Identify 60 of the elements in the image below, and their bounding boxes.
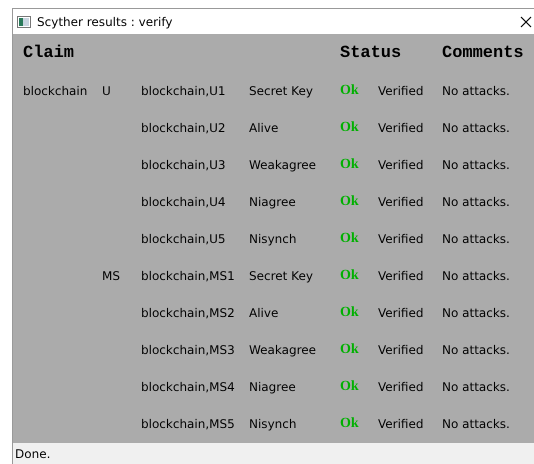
claim-type: Secret Key <box>249 268 313 284</box>
comment-text: No attacks. <box>442 416 510 432</box>
status-text: Verified <box>378 378 424 396</box>
claim-type: Nisynch <box>249 416 296 432</box>
claim-id: blockchain,MS3 <box>141 342 235 358</box>
claim-id: blockchain,U2 <box>141 120 226 136</box>
column-header: Status <box>340 43 402 66</box>
claim-id: blockchain,U1 <box>141 82 226 100</box>
claim-type: Niagree <box>249 194 296 210</box>
result-label: Ok <box>340 378 359 396</box>
result-label: Ok <box>340 304 359 322</box>
status-text: Done. <box>15 446 50 462</box>
column-header: Comments <box>442 43 524 66</box>
result-label: Ok <box>340 415 359 433</box>
app-icon <box>17 16 31 28</box>
status-text: Verified <box>378 416 424 432</box>
claim-type: Weakagree <box>249 342 316 358</box>
result-label: Ok <box>340 267 359 285</box>
status-text: Verified <box>378 230 424 248</box>
claim-id: blockchain,MS4 <box>141 378 235 396</box>
status-text: Verified <box>378 304 424 322</box>
status-text: Verified <box>378 120 424 136</box>
comment-text: No attacks. <box>442 120 510 136</box>
comment-text: No attacks. <box>442 378 510 396</box>
claim-id: blockchain,U4 <box>141 194 226 210</box>
role-name: U <box>102 82 111 100</box>
result-label: Ok <box>340 341 359 359</box>
claim-id: blockchain,U3 <box>141 156 226 174</box>
result-label: Ok <box>340 193 359 211</box>
comment-text: No attacks. <box>442 194 510 210</box>
role-name: MS <box>102 268 120 284</box>
result-label: Ok <box>340 230 359 248</box>
result-label: Ok <box>340 119 359 137</box>
result-label: Ok <box>340 156 359 174</box>
claim-type: Nisynch <box>249 230 296 248</box>
comment-text: No attacks. <box>442 304 510 322</box>
comment-text: No attacks. <box>442 82 510 100</box>
comment-text: No attacks. <box>442 230 510 248</box>
status-text: Verified <box>378 156 424 174</box>
claim-type: Niagree <box>249 378 296 396</box>
protocol-name: blockchain <box>23 82 88 100</box>
claim-id: blockchain,MS5 <box>141 416 235 432</box>
status-text: Verified <box>378 194 424 210</box>
claim-id: blockchain,U5 <box>141 230 226 248</box>
result-label: Ok <box>340 82 359 100</box>
status-text: Verified <box>378 342 424 358</box>
claim-id: blockchain,MS2 <box>141 304 235 322</box>
claim-id: blockchain,MS1 <box>141 268 235 284</box>
claim-type: Alive <box>249 304 278 322</box>
comment-text: No attacks. <box>442 156 510 174</box>
claim-type: Secret Key <box>249 82 313 100</box>
close-icon[interactable] <box>520 16 532 28</box>
claim-type: Weakagree <box>249 156 316 174</box>
window-title: Scyther results : verify <box>37 14 172 30</box>
status-text: Verified <box>378 82 424 100</box>
comment-text: No attacks. <box>442 342 510 358</box>
comment-text: No attacks. <box>442 268 510 284</box>
column-header: Claim <box>23 43 74 66</box>
claim-type: Alive <box>249 120 278 136</box>
status-text: Verified <box>378 268 424 284</box>
